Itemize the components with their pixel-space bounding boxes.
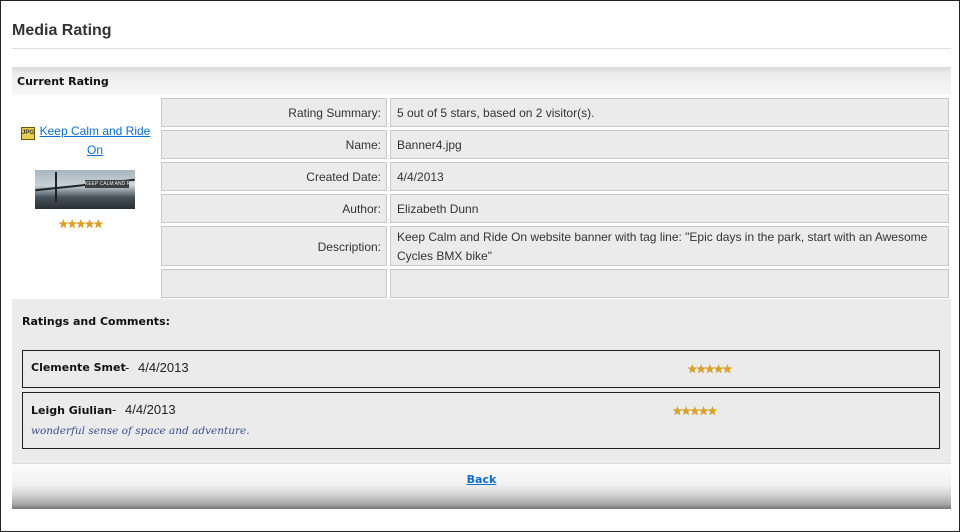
media-rating-stars-icon: ★★★★★: [58, 217, 104, 231]
media-thumbnail[interactable]: KEEP CALM AND RIDE ON: [35, 170, 135, 209]
media-preview-panel: JPG Keep Calm and Ride On KEEP CALM AND …: [12, 95, 161, 299]
comment-item: Leigh Giulian - 4/4/2013 ★★★★★ wonderful…: [22, 392, 940, 449]
media-rating-window: Media Rating Current Rating JPG Keep Cal…: [0, 0, 960, 532]
description-value: Keep Calm and Ride On website banner wit…: [390, 226, 949, 266]
empty-row-value: [390, 269, 949, 298]
comment-text: wonderful sense of space and adventure.: [31, 425, 250, 437]
rating-summary-value: 5 out of 5 stars, based on 2 visitor(s).: [390, 98, 949, 127]
comment-item: Clemente Smet - 4/4/2013 ★★★★★: [22, 350, 940, 388]
back-link[interactable]: Back: [12, 473, 951, 486]
created-date-label: Created Date:: [161, 162, 387, 191]
page-title: Media Rating: [12, 22, 112, 39]
name-value: Banner4.jpg: [390, 130, 949, 159]
comment-rating-stars-icon: ★★★★★: [672, 404, 718, 418]
name-label: Name:: [161, 130, 387, 159]
author-label: Author:: [161, 194, 387, 223]
title-divider: [12, 48, 951, 49]
jpg-file-icon: JPG: [21, 127, 35, 140]
footer-bar: Back: [12, 463, 951, 509]
current-rating-heading: Current Rating: [17, 75, 109, 88]
description-label: Description:: [161, 226, 387, 266]
created-date-value: 4/4/2013: [390, 162, 949, 191]
rating-summary-label: Rating Summary:: [161, 98, 387, 127]
ratings-comments-heading: Ratings and Comments:: [22, 315, 171, 328]
comment-date: 4/4/2013: [125, 402, 176, 417]
empty-row-label: [161, 269, 387, 298]
comment-separator: -: [125, 360, 130, 375]
comment-author: Clemente Smet: [31, 361, 126, 374]
comment-author: Leigh Giulian: [31, 404, 113, 417]
comment-separator: -: [112, 402, 117, 417]
current-rating-header: Current Rating: [12, 67, 951, 95]
comment-date: 4/4/2013: [138, 360, 189, 375]
ratings-comments-section: Ratings and Comments: Clemente Smet - 4/…: [12, 299, 951, 463]
media-title-link[interactable]: Keep Calm and Ride On: [35, 122, 155, 160]
comment-rating-stars-icon: ★★★★★: [687, 362, 733, 376]
author-value: Elizabeth Dunn: [390, 194, 949, 223]
thumbnail-caption: KEEP CALM AND RIDE ON: [85, 180, 135, 188]
